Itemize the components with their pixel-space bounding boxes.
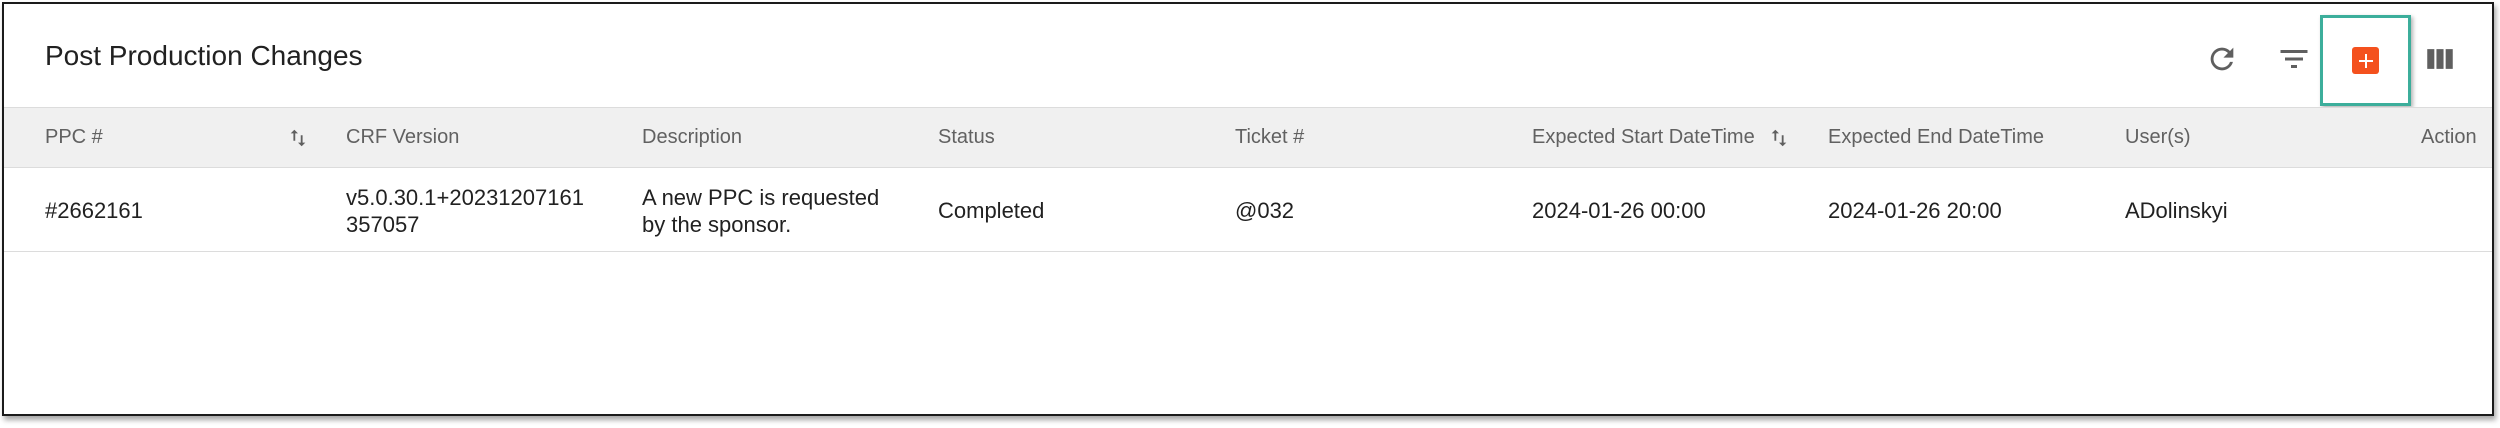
table-panel: Post Production Changes PPC # CRF Versio…	[2, 2, 2494, 416]
column-header-status: Status	[938, 126, 995, 148]
page-title: Post Production Changes	[45, 40, 363, 71]
table-header: PPC # CRF Version Description Status Tic…	[4, 107, 2492, 168]
columns-button[interactable]	[2420, 39, 2460, 79]
cell-crf-version-line2: 357057	[346, 212, 420, 237]
columns-icon	[2427, 49, 2453, 69]
cell-ticket: @032	[1235, 198, 1295, 223]
sort-icon[interactable]	[1768, 127, 1790, 149]
plus-icon	[2358, 53, 2373, 68]
cell-expected-end: 2024-01-26 20:00	[1828, 198, 2002, 223]
cell-ppc: #2662161	[45, 198, 143, 223]
filter-button[interactable]	[2274, 39, 2314, 79]
cell-crf-version: v5.0.30.1+20231207161 357057	[346, 184, 584, 238]
cell-description-line2: by the sponsor.	[642, 212, 792, 237]
column-header-action: Action	[2421, 126, 2477, 148]
refresh-button[interactable]	[2202, 39, 2242, 79]
cell-crf-version-line1: v5.0.30.1+20231207161	[346, 185, 584, 210]
sort-icon[interactable]	[287, 127, 309, 149]
refresh-icon	[2210, 47, 2234, 71]
filter-icon	[2280, 50, 2308, 68]
column-header-ticket: Ticket #	[1235, 126, 1305, 148]
column-header-expected-start[interactable]: Expected Start DateTime	[1532, 108, 1755, 167]
cell-expected-start: 2024-01-26 00:00	[1532, 198, 1706, 223]
cell-description: A new PPC is requested by the sponsor.	[642, 184, 879, 238]
column-header-ppc[interactable]: PPC #	[45, 108, 103, 167]
column-header-expected-end: Expected End DateTime	[1828, 126, 2045, 148]
table-row[interactable]: #2662161 v5.0.30.1+20231207161 357057 A …	[4, 168, 2492, 252]
cell-description-line1: A new PPC is requested	[642, 185, 880, 210]
cell-status: Completed	[938, 198, 1045, 223]
column-header-description: Description	[642, 126, 743, 148]
cell-users: ADolinskyi	[2125, 198, 2228, 223]
column-header-users: User(s)	[2125, 126, 2191, 148]
column-header-crf-version: CRF Version	[346, 126, 460, 148]
add-button[interactable]	[2352, 47, 2379, 74]
add-button-highlight	[2320, 15, 2411, 106]
